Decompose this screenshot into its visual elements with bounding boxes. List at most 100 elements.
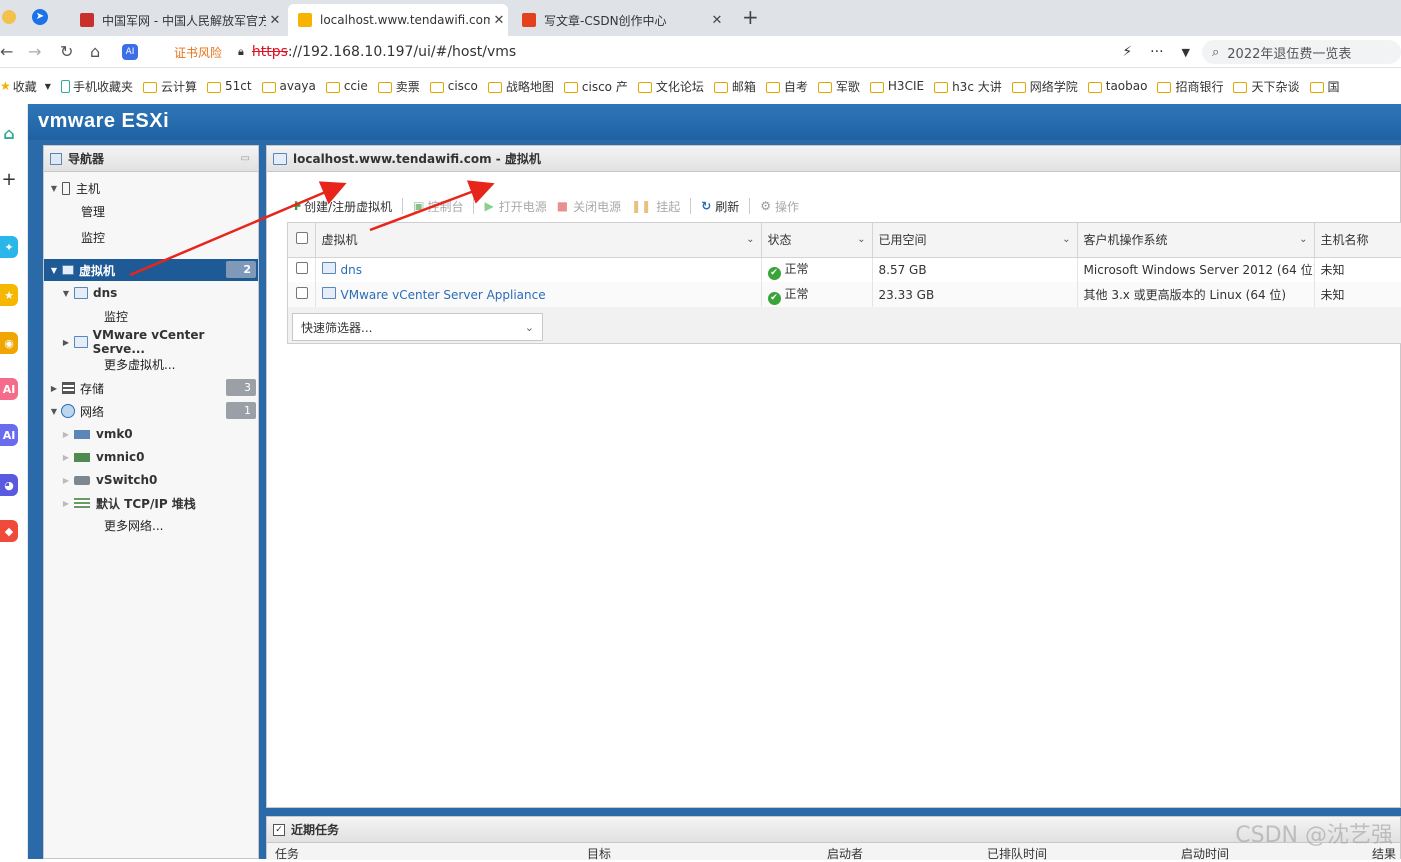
app-icon[interactable]: ✦ xyxy=(0,236,18,258)
row-checkbox[interactable] xyxy=(296,287,308,299)
tab-esxi[interactable]: localhost.www.tendawifi.com ✕ xyxy=(288,4,508,36)
close-tab-icon[interactable]: ✕ xyxy=(708,13,726,28)
chevron-down-icon[interactable]: ⌄ xyxy=(1299,234,1307,245)
home-icon[interactable]: ⌂ xyxy=(90,42,100,61)
console-button[interactable]: ▣控制台 xyxy=(413,198,463,215)
back-icon[interactable]: ← xyxy=(0,42,13,61)
power-on-button[interactable]: ▶打开电源 xyxy=(484,198,546,215)
task-column-header[interactable]: 启动时间 xyxy=(1181,845,1229,862)
bookmark-item[interactable]: h3c 大讲 xyxy=(934,78,1002,95)
tab-csdn[interactable]: 写文章-CSDN创作中心 ✕ xyxy=(512,4,726,36)
close-tab-icon[interactable]: ✕ xyxy=(490,13,508,28)
bookmark-item[interactable]: ccie xyxy=(326,79,368,93)
tab-chinamil[interactable]: 中国军网 - 中国人民解放军官方 ✕ xyxy=(70,4,284,36)
nav-item-vm-dns[interactable]: ▼dns xyxy=(44,282,258,304)
task-column-header[interactable]: 启动者 xyxy=(827,845,863,862)
bookmark-item[interactable]: cisco xyxy=(430,79,478,93)
search-box[interactable]: ⌕ 2022年退伍费一览表 xyxy=(1202,40,1401,64)
nav-item-vmnic0[interactable]: ▶vmnic0 xyxy=(44,446,258,468)
bot-icon[interactable]: ◉ xyxy=(0,332,18,354)
forward-icon[interactable]: → xyxy=(28,42,41,61)
bookmark-item[interactable]: 战略地图 xyxy=(488,78,554,95)
ai-icon[interactable]: AI xyxy=(0,378,18,400)
nav-item-storage[interactable]: ▶存储3 xyxy=(44,377,258,399)
bookmark-item[interactable]: 自考 xyxy=(766,78,808,95)
reload-icon[interactable]: ↻ xyxy=(60,42,73,61)
profile-avatar[interactable] xyxy=(2,10,16,24)
bookmark-item[interactable]: 网络学院 xyxy=(1012,78,1078,95)
nav-item-vmk0[interactable]: ▶vmk0 xyxy=(44,423,258,445)
new-tab-button[interactable]: + xyxy=(742,5,759,29)
column-header-hostname[interactable]: 主机名称 xyxy=(1314,223,1401,257)
task-column-header[interactable]: 目标 xyxy=(587,845,611,862)
nav-item-host[interactable]: ▼主机 xyxy=(44,177,258,199)
vm-toolbar: ✚创建/注册虚拟机 ▣控制台 ▶打开电源 ■关闭电源 ❚❚挂起 ↻刷新 ⚙操作 xyxy=(291,196,809,216)
cert-warning-label[interactable]: 证书风险 xyxy=(174,44,222,61)
create-vm-button[interactable]: ✚创建/注册虚拟机 xyxy=(291,198,392,215)
column-header-guest-os[interactable]: 客户机操作系统⌄ xyxy=(1077,223,1314,257)
close-tab-icon[interactable]: ✕ xyxy=(266,13,284,28)
nav-item-dns-monitor[interactable]: 监控 xyxy=(44,305,258,327)
game-icon[interactable]: ◆ xyxy=(0,520,18,542)
bookmark-item[interactable]: 手机收藏夹 xyxy=(61,78,133,95)
nav-item-more-vms[interactable]: 更多虚拟机... xyxy=(44,353,258,375)
bookmark-favorites[interactable]: ★收藏▼ xyxy=(0,78,51,95)
refresh-button[interactable]: ↻刷新 xyxy=(701,198,739,215)
bookmark-item[interactable]: 51ct xyxy=(207,79,252,93)
nav-item-vm-vcenter[interactable]: ▶VMware vCenter Serve... xyxy=(44,331,258,353)
collapse-icon[interactable]: ▭ xyxy=(241,153,250,164)
nav-item-more-networks[interactable]: 更多网络... xyxy=(44,514,258,536)
flash-icon[interactable]: ⚡ xyxy=(1122,44,1132,60)
actions-button[interactable]: ⚙操作 xyxy=(760,198,799,215)
nav-item-vswitch0[interactable]: ▶vSwitch0 xyxy=(44,469,258,491)
nav-item-tcpip-stack[interactable]: ▶默认 TCP/IP 堆栈 xyxy=(44,492,258,514)
bookmark-item[interactable]: avaya xyxy=(262,79,316,93)
power-off-button[interactable]: ■关闭电源 xyxy=(557,198,621,215)
row-checkbox[interactable] xyxy=(296,262,308,274)
bookmark-item[interactable]: H3CIE xyxy=(870,79,924,93)
vm-name-link[interactable]: dns xyxy=(341,263,362,277)
bookmark-item[interactable]: 天下杂谈 xyxy=(1233,78,1299,95)
stack-icon xyxy=(74,498,90,508)
vm-name-link[interactable]: VMware vCenter Server Appliance xyxy=(341,288,546,302)
nav-item-manage[interactable]: 管理 xyxy=(44,200,258,222)
suspend-button[interactable]: ❚❚挂起 xyxy=(631,198,680,215)
chevron-down-icon[interactable]: ⌄ xyxy=(746,234,754,245)
bookmark-item[interactable]: taobao xyxy=(1088,79,1148,93)
table-row[interactable]: VMware vCenter Server Appliance ✔正常 23.3… xyxy=(288,282,1401,307)
quick-filter-select[interactable]: 快速筛选器... ⌄ xyxy=(292,313,543,341)
home-icon[interactable]: ⌂ xyxy=(0,122,18,144)
chevron-down-icon[interactable]: ⌄ xyxy=(1062,234,1070,245)
chevron-down-icon[interactable]: ⌄ xyxy=(857,234,865,245)
bookmark-item[interactable]: 国 xyxy=(1310,78,1340,95)
select-all-checkbox[interactable] xyxy=(296,232,308,244)
bookmark-item[interactable]: 卖票 xyxy=(378,78,420,95)
bookmark-item[interactable]: 云计算 xyxy=(143,78,197,95)
nav-item-vms[interactable]: ▼虚拟机2 xyxy=(44,259,258,281)
table-row[interactable]: dns ✔正常 8.57 GB Microsoft Windows Server… xyxy=(288,257,1401,282)
column-header-status[interactable]: 状态⌄ xyxy=(761,223,872,257)
bookmark-item[interactable]: 邮箱 xyxy=(714,78,756,95)
bookmark-item[interactable]: 招商银行 xyxy=(1157,78,1223,95)
url-field[interactable]: 证书风险 🔒︎ https ://192.168.10.197/ui/#/hos… xyxy=(150,40,1200,64)
bookmark-item[interactable]: cisco 产 xyxy=(564,78,628,95)
task-column-header[interactable]: 已排队时间 xyxy=(987,845,1047,862)
select-all-header[interactable] xyxy=(288,223,315,257)
ai-chat-icon[interactable]: AI xyxy=(0,424,18,446)
task-column-header[interactable]: 任务 xyxy=(275,845,299,862)
location-icon[interactable]: ➤ xyxy=(32,9,48,25)
column-header-vm[interactable]: 虚拟机⌄ xyxy=(315,223,761,257)
column-header-used-space[interactable]: 已用空间⌄ xyxy=(872,223,1077,257)
nav-item-network[interactable]: ▼网络1 xyxy=(44,400,258,422)
add-icon[interactable]: + xyxy=(0,168,18,190)
browser-tab-bar: ➤ 中国军网 - 中国人民解放军官方 ✕ localhost.www.tenda… xyxy=(0,0,1401,36)
bookmark-item[interactable]: 军歌 xyxy=(818,78,860,95)
bookmark-item[interactable]: 文化论坛 xyxy=(638,78,704,95)
more-icon[interactable]: ··· xyxy=(1150,44,1163,60)
vm-hostname: 未知 xyxy=(1321,288,1345,302)
ai-icon[interactable]: AI xyxy=(122,44,138,60)
chevron-down-icon[interactable]: ▼ xyxy=(1182,46,1190,59)
star-icon[interactable]: ★ xyxy=(0,284,18,306)
nav-item-monitor[interactable]: 监控 xyxy=(44,226,258,248)
robot-icon[interactable]: ◕ xyxy=(0,474,18,496)
